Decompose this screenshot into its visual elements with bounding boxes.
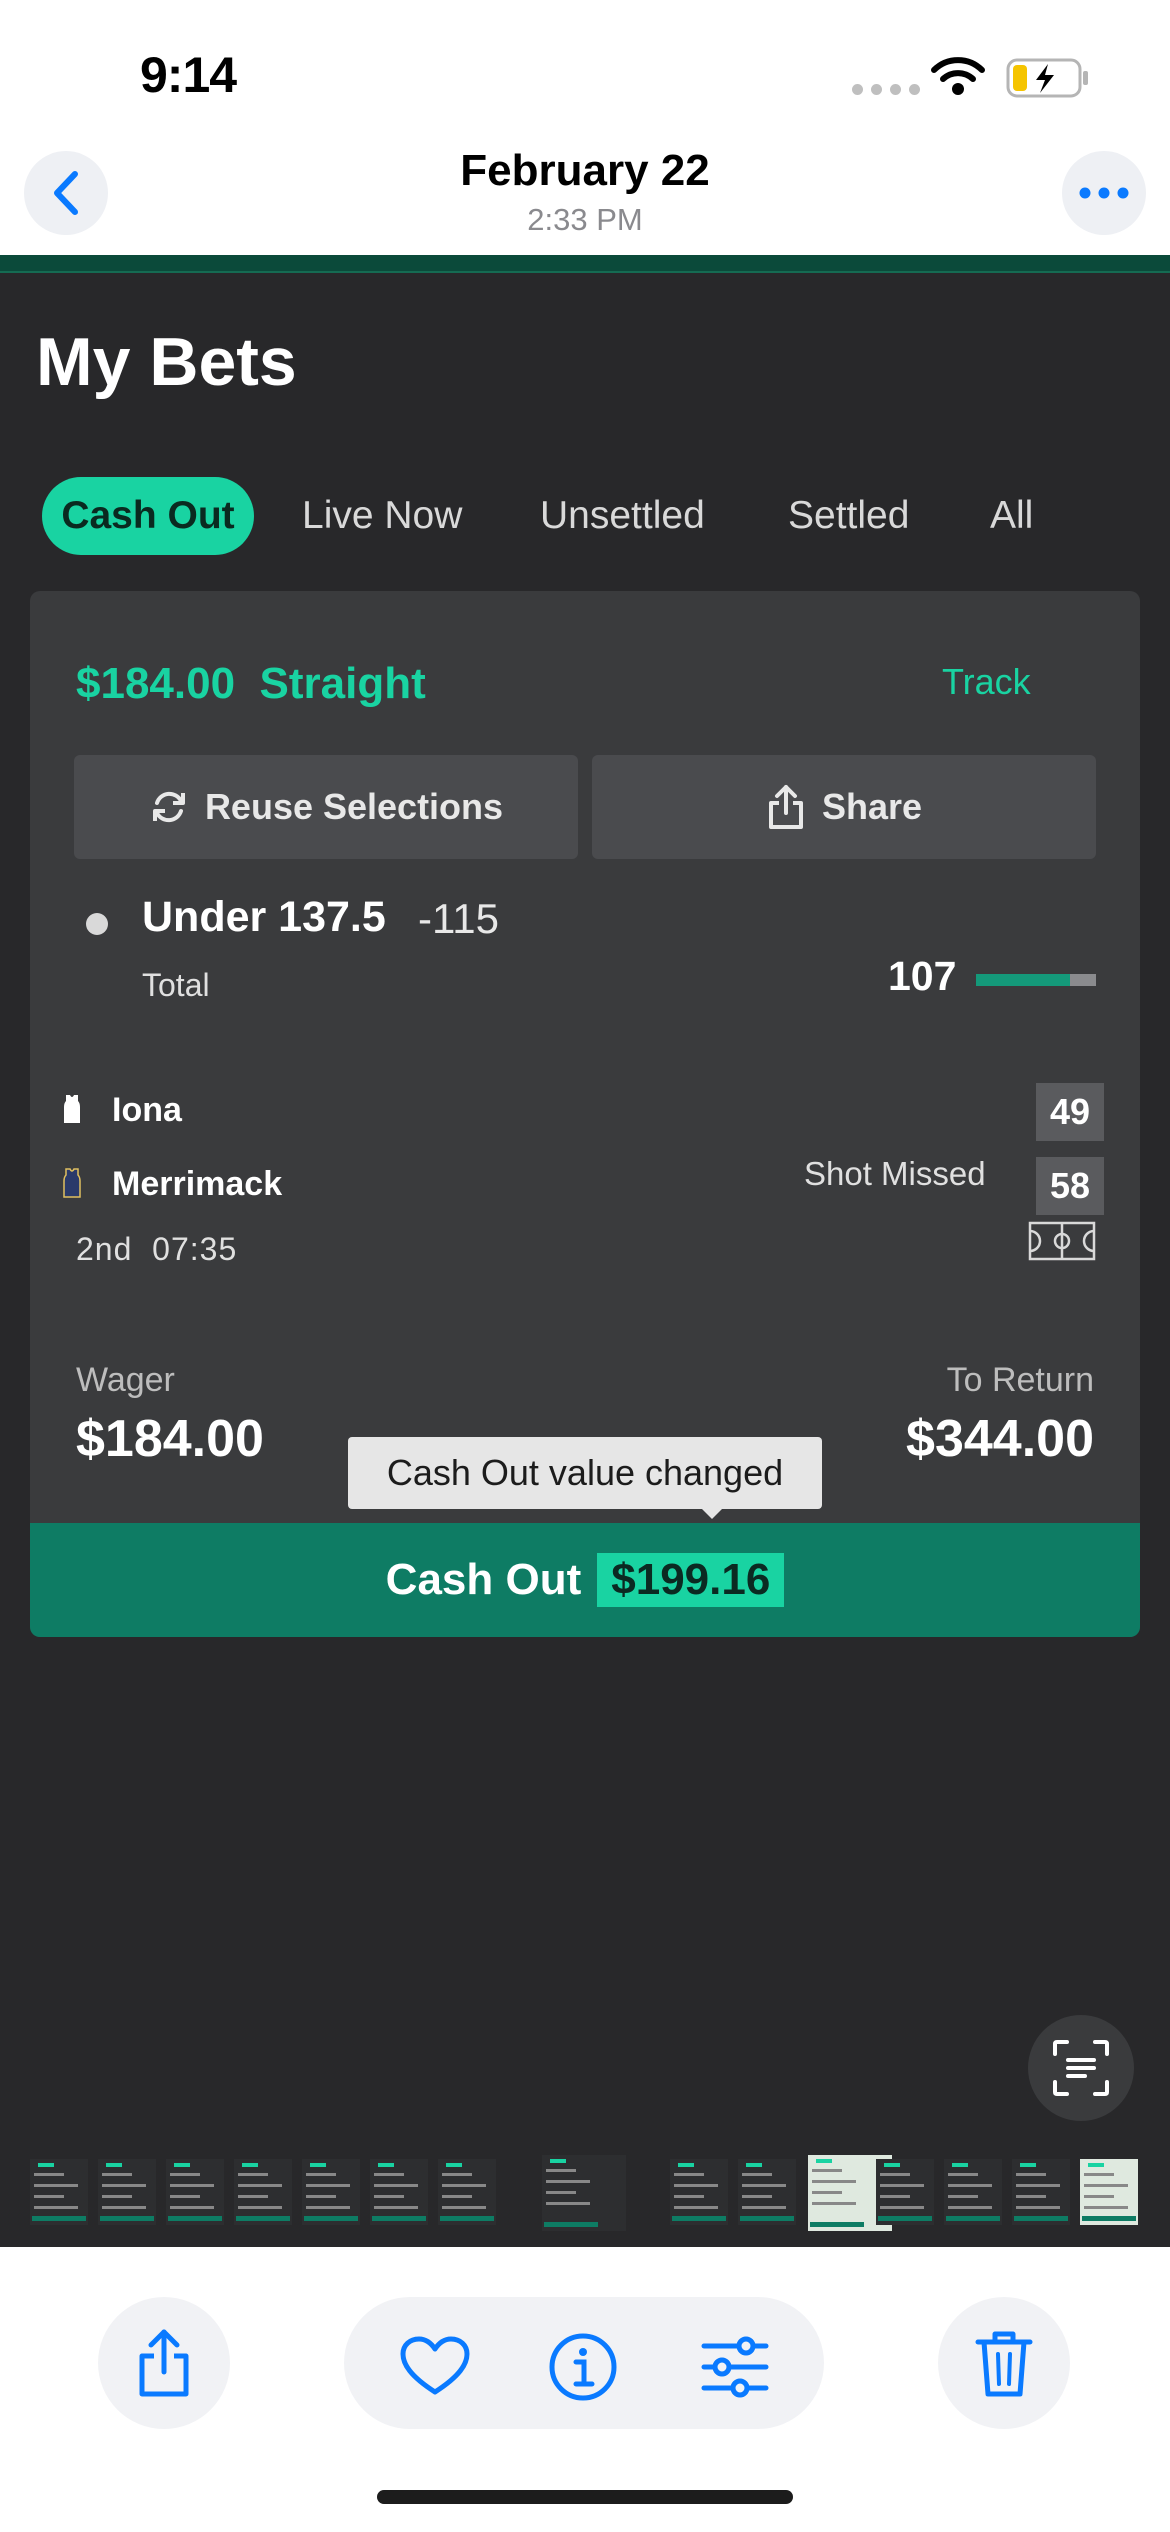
team1-score: 49 [1036,1083,1104,1141]
to-return-value: $344.00 [906,1410,1094,1468]
edit-button[interactable] [700,2332,770,2407]
cash-out-label: Cash Out [385,1555,582,1604]
thumbnail[interactable] [370,2159,428,2225]
screenshot-image: My Bets Cash Out Live Now Unsettled Sett… [0,255,1170,2241]
trash-icon [975,2331,1033,2397]
live-text-icon [1053,2040,1109,2096]
share-photo-button[interactable] [98,2297,230,2429]
total-progress-fill [976,974,1070,986]
bet-header: $184.00 Straight [76,659,426,709]
wager-value: $184.00 [76,1410,264,1468]
game-time: 07:35 [152,1231,238,1267]
photo-time: 2:33 PM [527,202,643,237]
cash-out-value: $199.16 [597,1553,785,1607]
delete-button[interactable] [938,2297,1070,2429]
current-total: 107 [888,953,957,999]
photo-date: February 22 [460,146,710,195]
status-time: 9:14 [140,47,237,103]
filter-cash-out[interactable]: Cash Out [42,477,254,555]
bet-amount: $184.00 [76,659,236,708]
thumbnail[interactable] [166,2159,224,2225]
selection-status-dot [86,913,108,935]
thumbnail[interactable] [234,2159,292,2225]
thumbnail-strip[interactable] [0,2151,1170,2247]
thumbnail[interactable] [944,2159,1002,2225]
thumbnail[interactable] [876,2159,934,2225]
cellular-signal-icon [852,84,920,95]
tooltip-arrow [700,1507,724,1519]
info-button[interactable] [548,2332,618,2407]
thumbnail[interactable] [98,2159,156,2225]
adjust-icon [701,2336,769,2398]
battery-icon [1006,58,1090,103]
live-text-button[interactable] [1028,2015,1134,2121]
app-top-bar [0,255,1170,273]
cashout-changed-tooltip: Cash Out value changed [348,1437,822,1509]
game-clock: 2nd 07:35 [76,1231,237,1268]
thumbnail[interactable] [1080,2159,1138,2225]
thumbnail[interactable] [670,2159,728,2225]
thumbnail[interactable] [30,2159,88,2225]
share-icon [768,785,803,829]
team1-name: Iona [112,1091,182,1129]
reuse-selections-label: Reuse Selections [204,786,504,827]
cash-out-button[interactable]: Cash Out $199.16 [30,1523,1140,1637]
court-icon[interactable] [1028,1221,1096,1266]
team2-score: 58 [1036,1157,1104,1215]
selection-name: Under 137.5 [142,893,386,941]
filter-live-now[interactable]: Live Now [302,477,462,555]
thumbnail[interactable] [438,2159,496,2225]
filter-all[interactable]: All [990,477,1033,555]
game-period: 2nd [76,1231,133,1267]
selection-odds: -115 [418,895,499,942]
thumbnail[interactable] [1012,2159,1070,2225]
more-button[interactable] [1062,151,1146,235]
track-link[interactable]: Track [942,661,1031,703]
bet-card: $184.00 Straight Track Reuse Selections … [30,591,1140,1637]
thumbnail[interactable] [738,2159,796,2225]
team1-jersey-icon [62,1093,82,1130]
info-icon [549,2333,617,2401]
filter-settled[interactable]: Settled [788,477,909,555]
bet-type: Straight [259,659,426,708]
team2-jersey-icon [62,1167,82,1204]
market-name: Total [142,967,210,1003]
filter-unsettled[interactable]: Unsettled [540,477,705,555]
more-icon [1079,187,1129,199]
share-icon [139,2329,189,2397]
page-title: My Bets [36,324,297,400]
wifi-icon [930,56,986,101]
heart-icon [400,2336,470,2395]
home-indicator [377,2490,793,2504]
thumbnail[interactable] [542,2155,626,2231]
share-button[interactable]: Share [592,755,1096,859]
team2-name: Merrimack [112,1165,283,1203]
last-event: Shot Missed [804,1155,986,1192]
refresh-icon [152,791,185,823]
share-label: Share [821,786,923,827]
wager-label: Wager [76,1361,175,1399]
to-return-label: To Return [946,1361,1094,1399]
reuse-selections-button[interactable]: Reuse Selections [74,755,578,859]
favorite-button[interactable] [400,2336,470,2401]
thumbnail[interactable] [302,2159,360,2225]
total-progress-bar [976,974,1096,986]
